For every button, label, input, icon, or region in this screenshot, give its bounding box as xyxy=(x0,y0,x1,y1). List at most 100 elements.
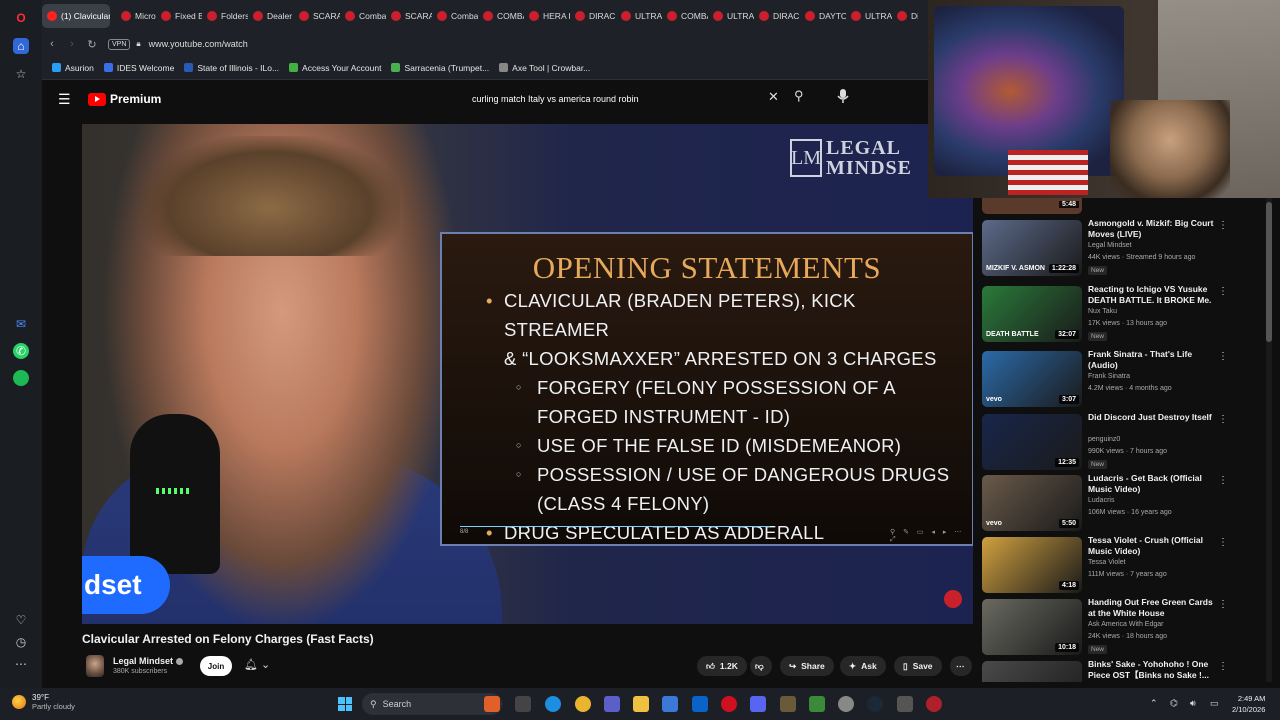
taskbar-search[interactable]: ⚲ Search xyxy=(362,693,502,715)
recommendation-channel[interactable]: Ludacris xyxy=(1088,497,1228,504)
system-clock[interactable]: 2:49 AM 2/10/2026 xyxy=(1232,693,1265,715)
browser-tab[interactable]: DIRAC xyxy=(570,4,616,28)
channel-avatar[interactable] xyxy=(86,655,104,677)
ask-button[interactable]: ✦ Ask xyxy=(840,656,886,676)
youtube-logo[interactable]: Premium xyxy=(88,92,161,106)
more-options-icon[interactable]: ⋮ xyxy=(1218,475,1228,486)
app-icon[interactable] xyxy=(926,696,942,712)
more-options-icon[interactable]: ⋮ xyxy=(1218,414,1228,425)
recommendation-channel[interactable]: Ask America With Edgar xyxy=(1088,621,1228,628)
video-thumbnail[interactable]: 4:18 xyxy=(982,537,1082,593)
browser-tab[interactable]: Microt xyxy=(110,4,156,28)
browser-tab[interactable]: HERA D xyxy=(524,4,570,28)
channel-name[interactable]: Legal Mindset xyxy=(113,656,184,666)
discord-icon[interactable] xyxy=(750,696,766,712)
browser-tab[interactable]: (1) Clavicular xyxy=(42,4,110,28)
whatsapp-icon[interactable]: ✆ xyxy=(13,343,29,359)
more-options-icon[interactable]: ⋮ xyxy=(1218,537,1228,548)
recommendation-title[interactable]: Reacting to Ichigo VS Yusuke DEATH BATTL… xyxy=(1088,284,1218,306)
battery-icon[interactable]: ▭ xyxy=(1210,698,1219,709)
search-input[interactable]: curling match Italy vs america round rob… xyxy=(464,88,784,110)
heart-icon[interactable]: ♡ xyxy=(13,612,29,628)
like-button[interactable]: 👍︎ 1.2K xyxy=(697,656,747,676)
recommendation-item[interactable]: vevo 3:07 Frank Sinatra - That's Life (Aud… xyxy=(982,349,1272,409)
store-icon[interactable] xyxy=(662,696,678,712)
history-icon[interactable]: ◷ xyxy=(13,634,29,650)
edge-icon[interactable] xyxy=(545,696,561,712)
reload-icon[interactable]: ↻ xyxy=(82,38,102,51)
recommendation-channel[interactable]: Tessa Violet xyxy=(1088,559,1228,566)
browser-tab[interactable]: COMBA xyxy=(478,4,524,28)
home-icon[interactable]: ⌂ xyxy=(13,38,29,54)
recommendation-item[interactable]: DEATH BATTLE 32:07 Reacting to Ichigo VS Y… xyxy=(982,284,1272,344)
app-icon[interactable] xyxy=(809,696,825,712)
browser-tab[interactable]: DIRAC xyxy=(754,4,800,28)
video-thumbnail[interactable] xyxy=(982,661,1082,682)
menu-icon[interactable]: ☰ xyxy=(58,92,72,106)
video-thumbnail[interactable]: MIZKIF V. ASMON 1:22:28 xyxy=(982,220,1082,276)
recommendation-channel[interactable]: Frank Sinatra xyxy=(1088,373,1228,380)
browser-tab[interactable]: ULTRA xyxy=(708,4,754,28)
network-icon[interactable]: ⌬ xyxy=(1170,698,1178,709)
recommendation-item[interactable]: MIZKIF V. ASMON 1:22:28 Asmongold v. Mizki… xyxy=(982,218,1272,278)
outlook-icon[interactable] xyxy=(692,696,708,712)
back-icon[interactable]: ‹ xyxy=(42,38,62,50)
notification-bell-icon[interactable]: 🔔︎ ⌄ xyxy=(244,658,270,671)
recommendation-title[interactable]: Tessa Violet - Crush (Official Music Vid… xyxy=(1088,535,1218,557)
more-options-icon[interactable]: ⋮ xyxy=(1218,661,1228,672)
recommendation-title[interactable]: Did Discord Just Destroy Itself xyxy=(1088,412,1218,423)
messenger-icon[interactable]: ✉ xyxy=(13,316,29,332)
scrollbar-thumb[interactable] xyxy=(1266,202,1272,342)
file-explorer-icon[interactable] xyxy=(633,696,649,712)
more-options-icon[interactable]: ⋮ xyxy=(1218,220,1228,231)
search-icon[interactable]: ⚲ xyxy=(794,88,804,104)
star-icon[interactable]: ☆ xyxy=(13,66,29,82)
video-thumbnail[interactable]: 12:35 xyxy=(982,414,1082,470)
microphone-icon[interactable] xyxy=(836,88,850,104)
forward-icon[interactable]: › xyxy=(62,38,82,50)
recommendation-item[interactable]: 10:18 Handing Out Free Green Cards at the… xyxy=(982,597,1272,657)
video-thumbnail[interactable]: vevo 5:50 xyxy=(982,475,1082,531)
video-player[interactable]: dset LM LEGAL MINDSE OPENING STATEMENTS … xyxy=(82,124,973,624)
bookmark-item[interactable]: Asurion xyxy=(52,63,94,73)
app-icon[interactable] xyxy=(897,696,913,712)
steam-icon[interactable] xyxy=(867,696,883,712)
browser-tab[interactable]: Dealer xyxy=(248,4,294,28)
weather-widget[interactable]: 39°F Partly cloudy xyxy=(12,693,75,711)
bookmark-item[interactable]: IDES Welcome xyxy=(103,63,174,73)
windows-start-icon[interactable] xyxy=(338,697,352,711)
recommendation-title[interactable]: Handing Out Free Green Cards at the Whit… xyxy=(1088,597,1218,619)
recommendation-title[interactable]: Ludacris - Get Back (Official Music Vide… xyxy=(1088,473,1218,495)
browser-tab[interactable]: Di xyxy=(892,4,918,28)
recommendation-title[interactable]: Binks' Sake - Yohohoho ! One Piece OST【B… xyxy=(1088,659,1218,681)
browser-tab[interactable]: SCARA xyxy=(294,4,340,28)
opera-taskbar-icon[interactable] xyxy=(721,696,737,712)
dislike-button[interactable]: 👎︎ xyxy=(750,656,772,676)
browser-tab[interactable]: Fixed B xyxy=(156,4,202,28)
video-thumbnail[interactable]: vevo 3:07 xyxy=(982,351,1082,407)
partial-thumbnail[interactable]: 5:48 xyxy=(982,198,1082,214)
recommendation-channel[interactable]: Legal Mindset xyxy=(1088,242,1228,249)
recommendation-channel[interactable]: Nux Taku xyxy=(1088,308,1228,315)
more-options-icon[interactable]: ⋮ xyxy=(1218,351,1228,362)
browser-tab[interactable]: Comba xyxy=(340,4,386,28)
teams-icon[interactable] xyxy=(604,696,620,712)
browser-tab[interactable]: ULTRA xyxy=(616,4,662,28)
video-thumbnail[interactable]: DEATH BATTLE 32:07 xyxy=(982,286,1082,342)
game-app-icon[interactable] xyxy=(484,696,500,712)
browser-tab[interactable]: Folders xyxy=(202,4,248,28)
bookmark-item[interactable]: Sarracenia (Trumpet... xyxy=(391,63,489,73)
recommendation-item[interactable]: 4:18 Tessa Violet - Crush (Official Music… xyxy=(982,535,1272,595)
recommendation-item[interactable]: 12:35 Did Discord Just Destroy Itself peng… xyxy=(982,412,1272,472)
tray-chevron-icon[interactable]: ⌃ xyxy=(1150,698,1158,709)
browser-tab[interactable]: COMBA xyxy=(662,4,708,28)
task-view-icon[interactable] xyxy=(515,696,531,712)
browser-tab[interactable]: DAYTO xyxy=(800,4,846,28)
video-thumbnail[interactable]: 10:18 xyxy=(982,599,1082,655)
app-icon[interactable] xyxy=(780,696,796,712)
bookmark-item[interactable]: State of Illinois - ILo... xyxy=(184,63,279,73)
volume-icon[interactable]: 🔊︎ xyxy=(1190,698,1196,709)
more-actions-button[interactable]: ⋯ xyxy=(950,656,972,676)
more-options-icon[interactable]: ⋮ xyxy=(1218,599,1228,610)
copilot-icon[interactable] xyxy=(575,696,591,712)
